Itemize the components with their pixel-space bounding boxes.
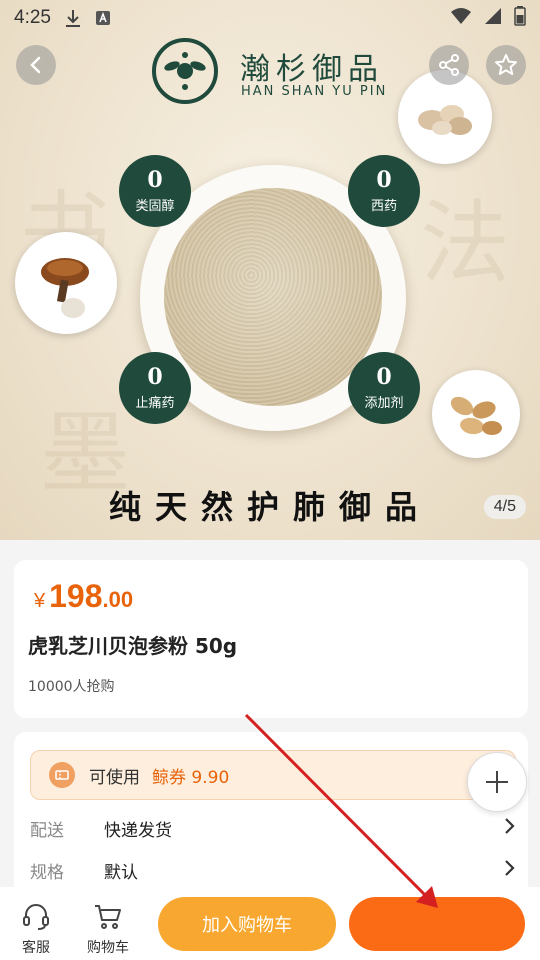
badge-number: 0 xyxy=(147,167,163,193)
chevron-right-icon xyxy=(504,816,516,840)
badge-number: 0 xyxy=(376,364,392,390)
signal-icon xyxy=(484,7,502,29)
badge-western-medicine: 0 西药 xyxy=(348,155,420,227)
spec-value: 默认 xyxy=(104,862,138,883)
brand-name-en: HAN SHAN YU PIN xyxy=(241,84,388,99)
coupon-icon xyxy=(49,762,75,788)
badge-number: 0 xyxy=(376,167,392,193)
herb-mushroom-image xyxy=(15,232,117,334)
sales-count: 10000人抢购 xyxy=(28,679,115,695)
badge-label: 止痛药 xyxy=(135,396,175,411)
spec-row[interactable]: 规格 默认 xyxy=(30,852,516,888)
price: ¥198.00 xyxy=(34,578,133,615)
purchase-options-card: 可使用 鲸券 9.90 配送 快递发货 规格 默认 xyxy=(14,732,528,912)
chevron-left-icon xyxy=(30,56,41,74)
status-bar: 4:25 xyxy=(0,0,540,36)
badge-painkiller: 0 止痛药 xyxy=(119,352,191,424)
download-icon xyxy=(65,9,81,27)
carousel-page-indicator: 4/5 xyxy=(483,495,526,519)
product-info-card: ¥198.00 虎乳芝川贝泡参粉 50g 10000人抢购 xyxy=(14,560,528,718)
badge-label: 添加剂 xyxy=(364,396,404,411)
badge-label: 西药 xyxy=(370,199,397,214)
shipping-value: 快递发货 xyxy=(104,820,172,841)
share-button[interactable] xyxy=(429,45,469,85)
shipping-row[interactable]: 配送 快递发货 xyxy=(30,810,516,846)
status-time: 4:25 xyxy=(14,7,51,28)
cart-nav-button[interactable]: 购物车 xyxy=(78,901,138,957)
app-notification-icon xyxy=(95,10,111,26)
coupon-banner[interactable]: 可使用 鲸券 9.90 xyxy=(30,750,516,800)
price-integer: 198 xyxy=(49,578,103,614)
floating-add-button[interactable] xyxy=(467,752,527,812)
coupon-value: 鲸券 9.90 xyxy=(152,767,230,788)
shopping-cart-icon xyxy=(95,905,121,929)
badge-number: 0 xyxy=(147,364,163,390)
badge-label: 类固醇 xyxy=(135,199,175,214)
price-currency: ¥ xyxy=(34,590,46,612)
calligraphy-background-2: 法 xyxy=(420,191,510,296)
battery-icon xyxy=(514,6,526,30)
customer-service-button[interactable]: 客服 xyxy=(6,901,66,957)
shipping-key: 配送 xyxy=(30,820,64,841)
customer-service-label: 客服 xyxy=(22,940,50,956)
star-icon xyxy=(495,54,517,75)
favorite-button[interactable] xyxy=(486,45,526,85)
plus-icon xyxy=(486,771,508,793)
add-to-cart-button[interactable]: 加入购物车 xyxy=(158,897,336,951)
badge-additive: 0 添加剂 xyxy=(348,352,420,424)
product-title: 虎乳芝川贝泡参粉 50g xyxy=(28,634,238,658)
price-decimal: .00 xyxy=(102,587,134,612)
badge-steroid: 0 类固醇 xyxy=(119,155,191,227)
back-button[interactable] xyxy=(16,45,56,85)
chevron-right-icon xyxy=(504,858,516,882)
hero-slogan: 纯天然护肺御品 xyxy=(108,488,431,526)
brand-name: 瀚杉御品 xyxy=(240,52,384,87)
cart-nav-label: 购物车 xyxy=(87,940,129,956)
spec-key: 规格 xyxy=(30,862,64,883)
brand-logo-icon xyxy=(152,38,218,104)
share-icon xyxy=(439,54,459,76)
wifi-icon xyxy=(450,7,472,29)
herb-roots-image xyxy=(432,370,520,458)
buy-now-button[interactable] xyxy=(349,897,525,951)
bottom-action-bar: 客服 购物车 加入购物车 xyxy=(0,887,540,960)
coupon-label: 可使用 xyxy=(89,767,140,788)
headset-icon xyxy=(23,904,49,930)
